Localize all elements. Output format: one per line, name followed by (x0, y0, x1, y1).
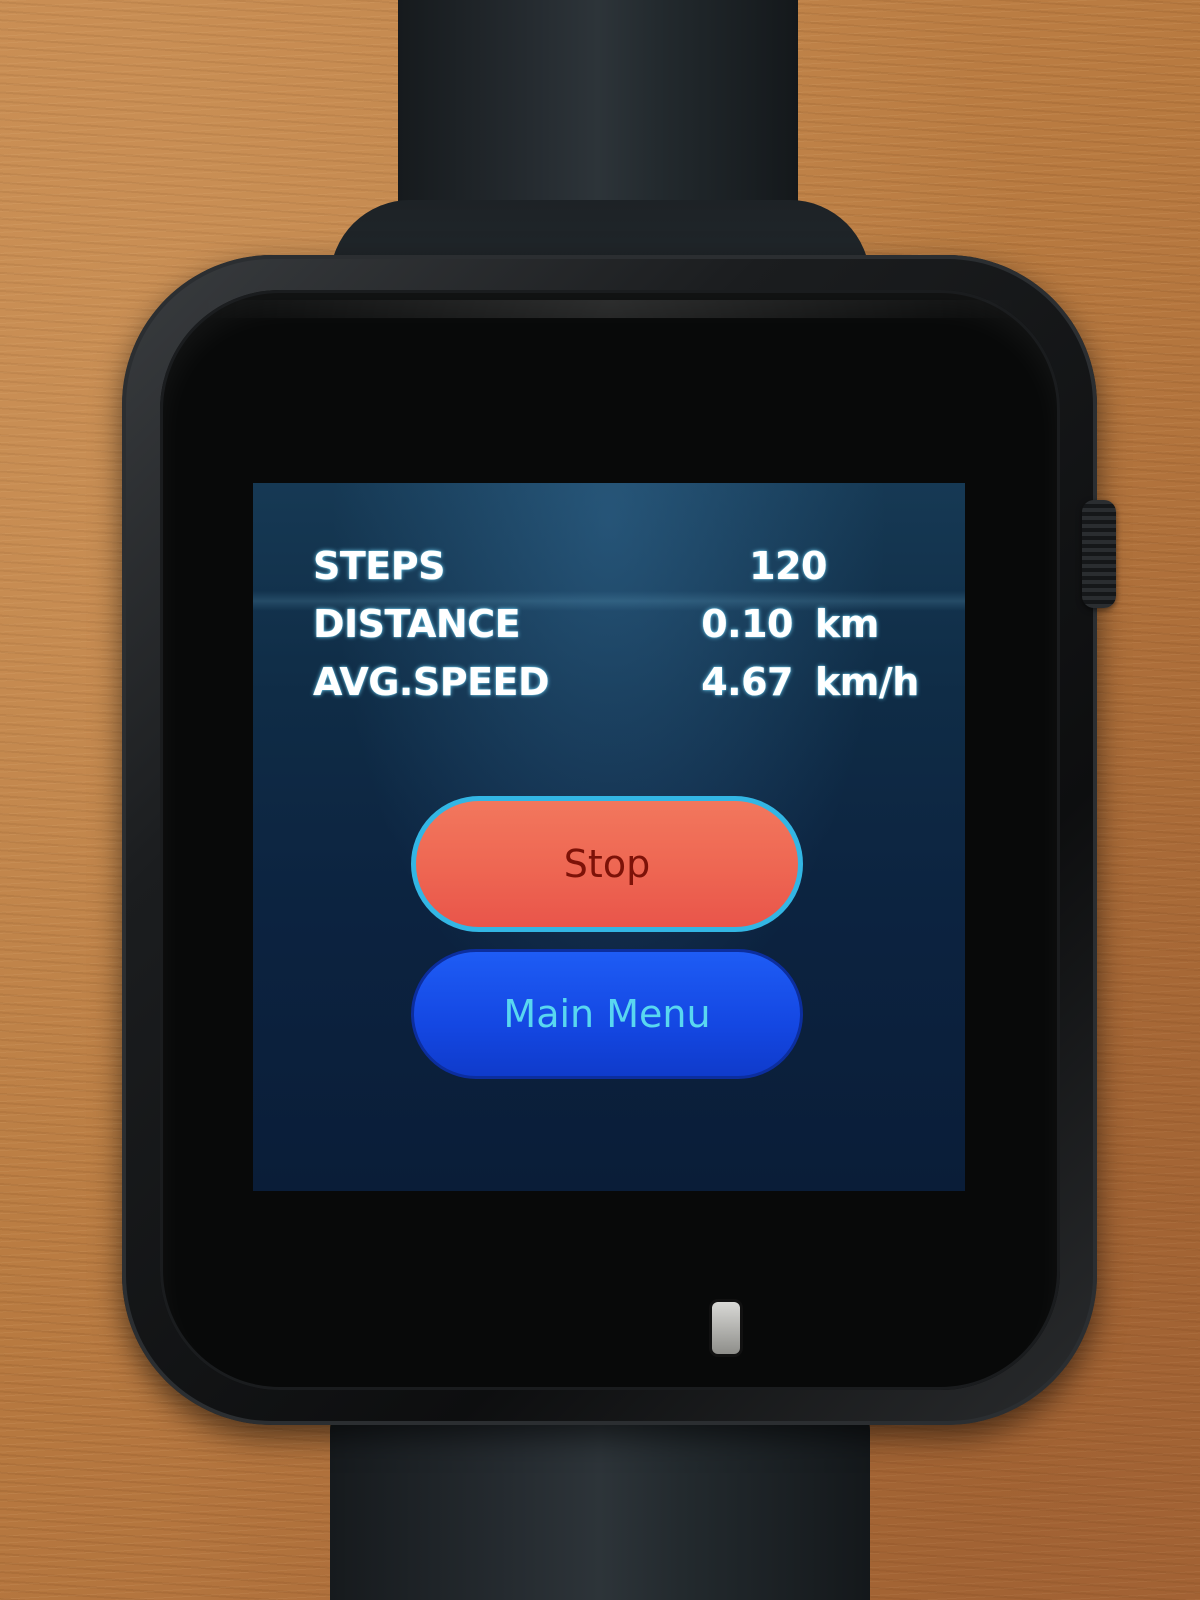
steps-label: STEPS (313, 544, 445, 588)
avg-speed-value: 4.67 (701, 660, 793, 704)
watch-screen: STEPS 120 DISTANCE 0.10 km AVG.SPEED 4.6… (253, 483, 965, 1191)
distance-value: 0.10 (701, 602, 793, 646)
steps-value: 120 (749, 544, 827, 588)
glass-glare (200, 300, 1020, 318)
distance-label: DISTANCE (313, 602, 521, 646)
distance-unit: km (815, 602, 879, 646)
stat-row-avg-speed: AVG.SPEED 4.67 km/h (253, 657, 965, 707)
stop-button[interactable]: Stop (411, 796, 803, 932)
stat-row-distance: DISTANCE 0.10 km (253, 599, 965, 649)
avg-speed-label: AVG.SPEED (313, 660, 550, 704)
stop-button-label: Stop (563, 842, 651, 886)
stat-row-steps: STEPS 120 (253, 541, 965, 591)
avg-speed-unit: km/h (815, 660, 919, 704)
main-menu-button[interactable]: Main Menu (411, 949, 803, 1079)
watch-crown-button[interactable] (1082, 500, 1116, 608)
watch-strap-bottom (330, 1400, 870, 1600)
ambient-sensor (712, 1302, 740, 1354)
main-menu-button-label: Main Menu (503, 992, 711, 1036)
